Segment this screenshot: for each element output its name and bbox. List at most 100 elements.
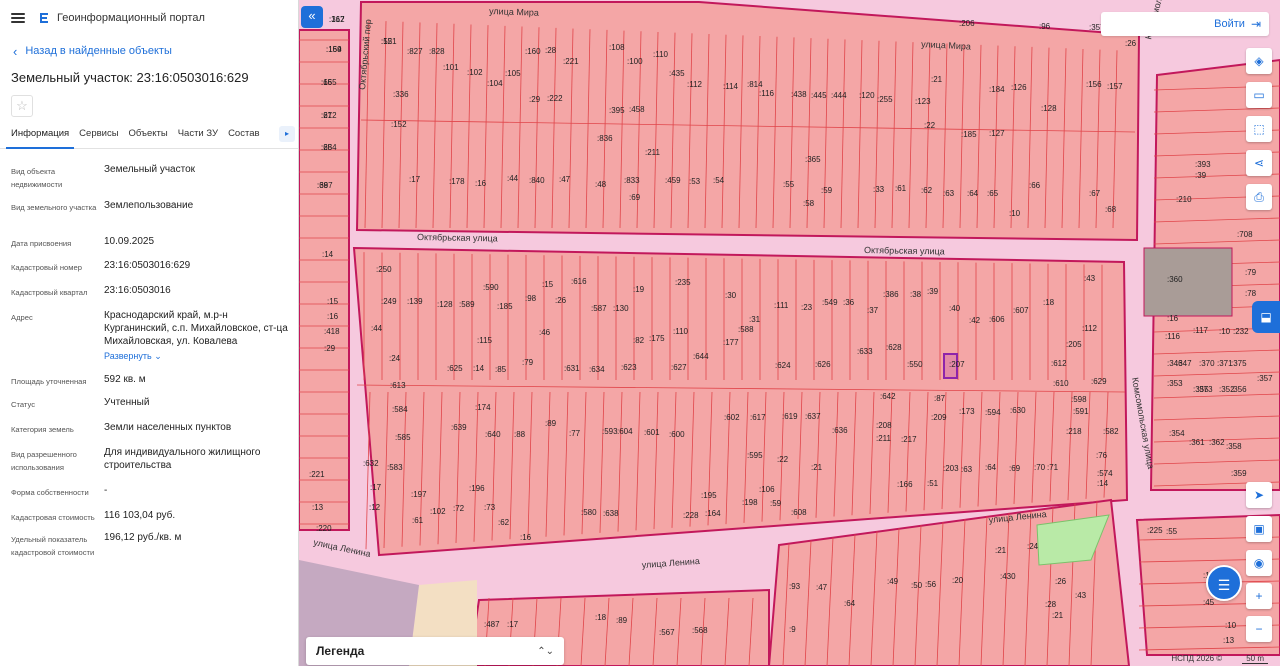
parcel-number[interactable]: :21 [1052, 611, 1064, 620]
parcel-number[interactable]: :16 [327, 312, 339, 321]
parcel-number[interactable]: :56 [925, 580, 937, 589]
parcel-number[interactable]: :640 [485, 430, 501, 439]
parcel-number[interactable]: :111 [774, 301, 789, 310]
parcel-number[interactable]: :207 [949, 360, 965, 369]
parcel-number[interactable]: :222 [547, 94, 563, 103]
parcel-number[interactable]: :47 [816, 583, 828, 592]
zoom-in-icon[interactable]: + [1246, 583, 1272, 609]
parcel-number[interactable]: :64 [967, 189, 979, 198]
parcel-number[interactable]: :24 [1027, 542, 1039, 551]
parcel-number[interactable]: :29 [529, 95, 541, 104]
parcel-number[interactable]: :355 [1193, 385, 1209, 394]
parcel-number[interactable]: :55 [783, 180, 795, 189]
parcel-number[interactable]: :102 [430, 507, 446, 516]
parcel-number[interactable]: :567 [659, 628, 675, 637]
parcel-number[interactable]: :59 [770, 499, 782, 508]
locate-icon[interactable]: ➤ [1246, 482, 1272, 508]
parcel-number[interactable]: :72 [453, 504, 465, 513]
parcel-number[interactable]: :23 [801, 303, 813, 312]
parcel-number[interactable]: :361 [1189, 438, 1205, 447]
parcel-number[interactable]: :16 [475, 179, 487, 188]
parcel-number[interactable]: :78 [1245, 289, 1257, 298]
parcel-number[interactable]: :21 [995, 546, 1007, 555]
parcel-number[interactable]: :105 [505, 69, 521, 78]
parcel-number[interactable]: :98 [525, 294, 537, 303]
ruler-icon[interactable]: ▭ [1246, 82, 1272, 108]
parcel-number[interactable]: :96 [1039, 22, 1051, 31]
parcel-number[interactable]: :210 [1176, 195, 1192, 204]
parcel-number[interactable]: :46 [539, 328, 551, 337]
parcel-number[interactable]: :636 [832, 426, 848, 435]
parcel-number[interactable]: :359 [1231, 469, 1247, 478]
parcel-number[interactable]: :218 [1066, 427, 1082, 436]
parcel-number[interactable]: :26 [1125, 39, 1137, 48]
parcel-number[interactable]: :13 [1223, 636, 1235, 645]
chat-icon[interactable]: ☰ [1206, 565, 1242, 601]
login-button[interactable]: Войти ⇥ [1101, 12, 1269, 36]
parcel-number[interactable]: :833 [624, 176, 640, 185]
parcel-number[interactable]: :418 [324, 327, 340, 336]
parcel-number[interactable]: :591 [1073, 407, 1089, 416]
parcel-number[interactable]: :211 [876, 434, 892, 443]
parcel-number[interactable]: :587 [591, 304, 607, 313]
parcel-number[interactable]: :112 [687, 80, 703, 89]
parcel-number[interactable]: :24 [389, 354, 401, 363]
parcel-number[interactable]: :67 [1089, 189, 1101, 198]
parcel-number[interactable]: :112 [1082, 324, 1098, 333]
parcel-number[interactable]: :47 [559, 175, 571, 184]
parcel-number[interactable]: :386 [883, 290, 899, 299]
parcel-number[interactable]: :120 [859, 91, 875, 100]
parcel-number[interactable]: :175 [649, 334, 665, 343]
geolocation-pin-icon[interactable]: ◉ [1246, 550, 1272, 576]
parcel-number[interactable]: :51 [927, 479, 939, 488]
parcel-number[interactable]: :627 [671, 363, 687, 372]
parcel-number[interactable]: :225 [1147, 526, 1163, 535]
parcel-number[interactable]: :336 [393, 90, 409, 99]
parcel-number[interactable]: :66 [1029, 181, 1041, 190]
parcel-number[interactable]: :108 [609, 43, 625, 52]
parcel-number[interactable]: :459 [665, 176, 681, 185]
parcel-number[interactable]: :624 [775, 361, 791, 370]
parcel-number[interactable]: :626 [815, 360, 831, 369]
parcel-number[interactable]: :52 [381, 37, 393, 46]
parcel-number[interactable]: :19 [633, 285, 645, 294]
parcel-number[interactable]: :836 [597, 134, 613, 143]
parcel-number[interactable]: :44 [371, 324, 383, 333]
parcel-number[interactable]: :206 [959, 19, 975, 28]
parcel-number[interactable]: :598 [1071, 395, 1087, 404]
parcel-number[interactable]: :211 [645, 148, 661, 157]
parcel-number[interactable]: :375 [1231, 359, 1247, 368]
print-icon[interactable]: ⎙ [1246, 184, 1272, 210]
parcel-number[interactable]: :10 [1219, 327, 1231, 336]
legend-dropdown[interactable]: Легенда ⌃⌄ [306, 637, 564, 665]
parcel-number[interactable]: :255 [877, 95, 893, 104]
parcel-number[interactable]: :634 [589, 365, 605, 374]
parcel-number[interactable]: :198 [742, 498, 758, 507]
parcel-number[interactable]: :89 [616, 616, 628, 625]
parcel-number[interactable]: :21 [811, 463, 823, 472]
parcel-number[interactable]: :20 [952, 576, 964, 585]
parcel-number[interactable]: :840 [529, 176, 545, 185]
zoom-out-icon[interactable]: − [1246, 616, 1272, 642]
parcel-number[interactable]: :157 [1107, 82, 1123, 91]
portal-title[interactable]: Геоинформационный портал [57, 12, 205, 24]
parcel-number[interactable]: :16 [1167, 314, 1179, 323]
parcel-number[interactable]: :28 [1045, 600, 1057, 609]
parcel-number[interactable]: :595 [747, 451, 763, 460]
parcel-number[interactable]: :67 [321, 111, 333, 120]
parcel-number[interactable]: :629 [1091, 377, 1107, 386]
parcel-number[interactable]: :347 [1176, 359, 1192, 368]
parcel-number[interactable]: :589 [459, 300, 475, 309]
parcel-number[interactable]: :110 [653, 50, 669, 59]
parcel-number[interactable]: :53 [689, 177, 701, 186]
parcel-number[interactable]: :588 [738, 325, 754, 334]
double-chevron-left-icon[interactable]: « [301, 6, 323, 28]
parcel-number[interactable]: :127 [989, 129, 1005, 138]
layers-icon[interactable]: ◈ [1246, 48, 1272, 74]
star-icon[interactable]: ☆ [11, 95, 33, 117]
parcel-number[interactable]: :574 [1097, 469, 1113, 478]
parcel-number[interactable]: :357 [1257, 374, 1273, 383]
parcel-number[interactable]: :88 [514, 430, 526, 439]
parcel-number[interactable]: :593 [602, 427, 618, 436]
parcel-number[interactable]: :208 [876, 421, 892, 430]
